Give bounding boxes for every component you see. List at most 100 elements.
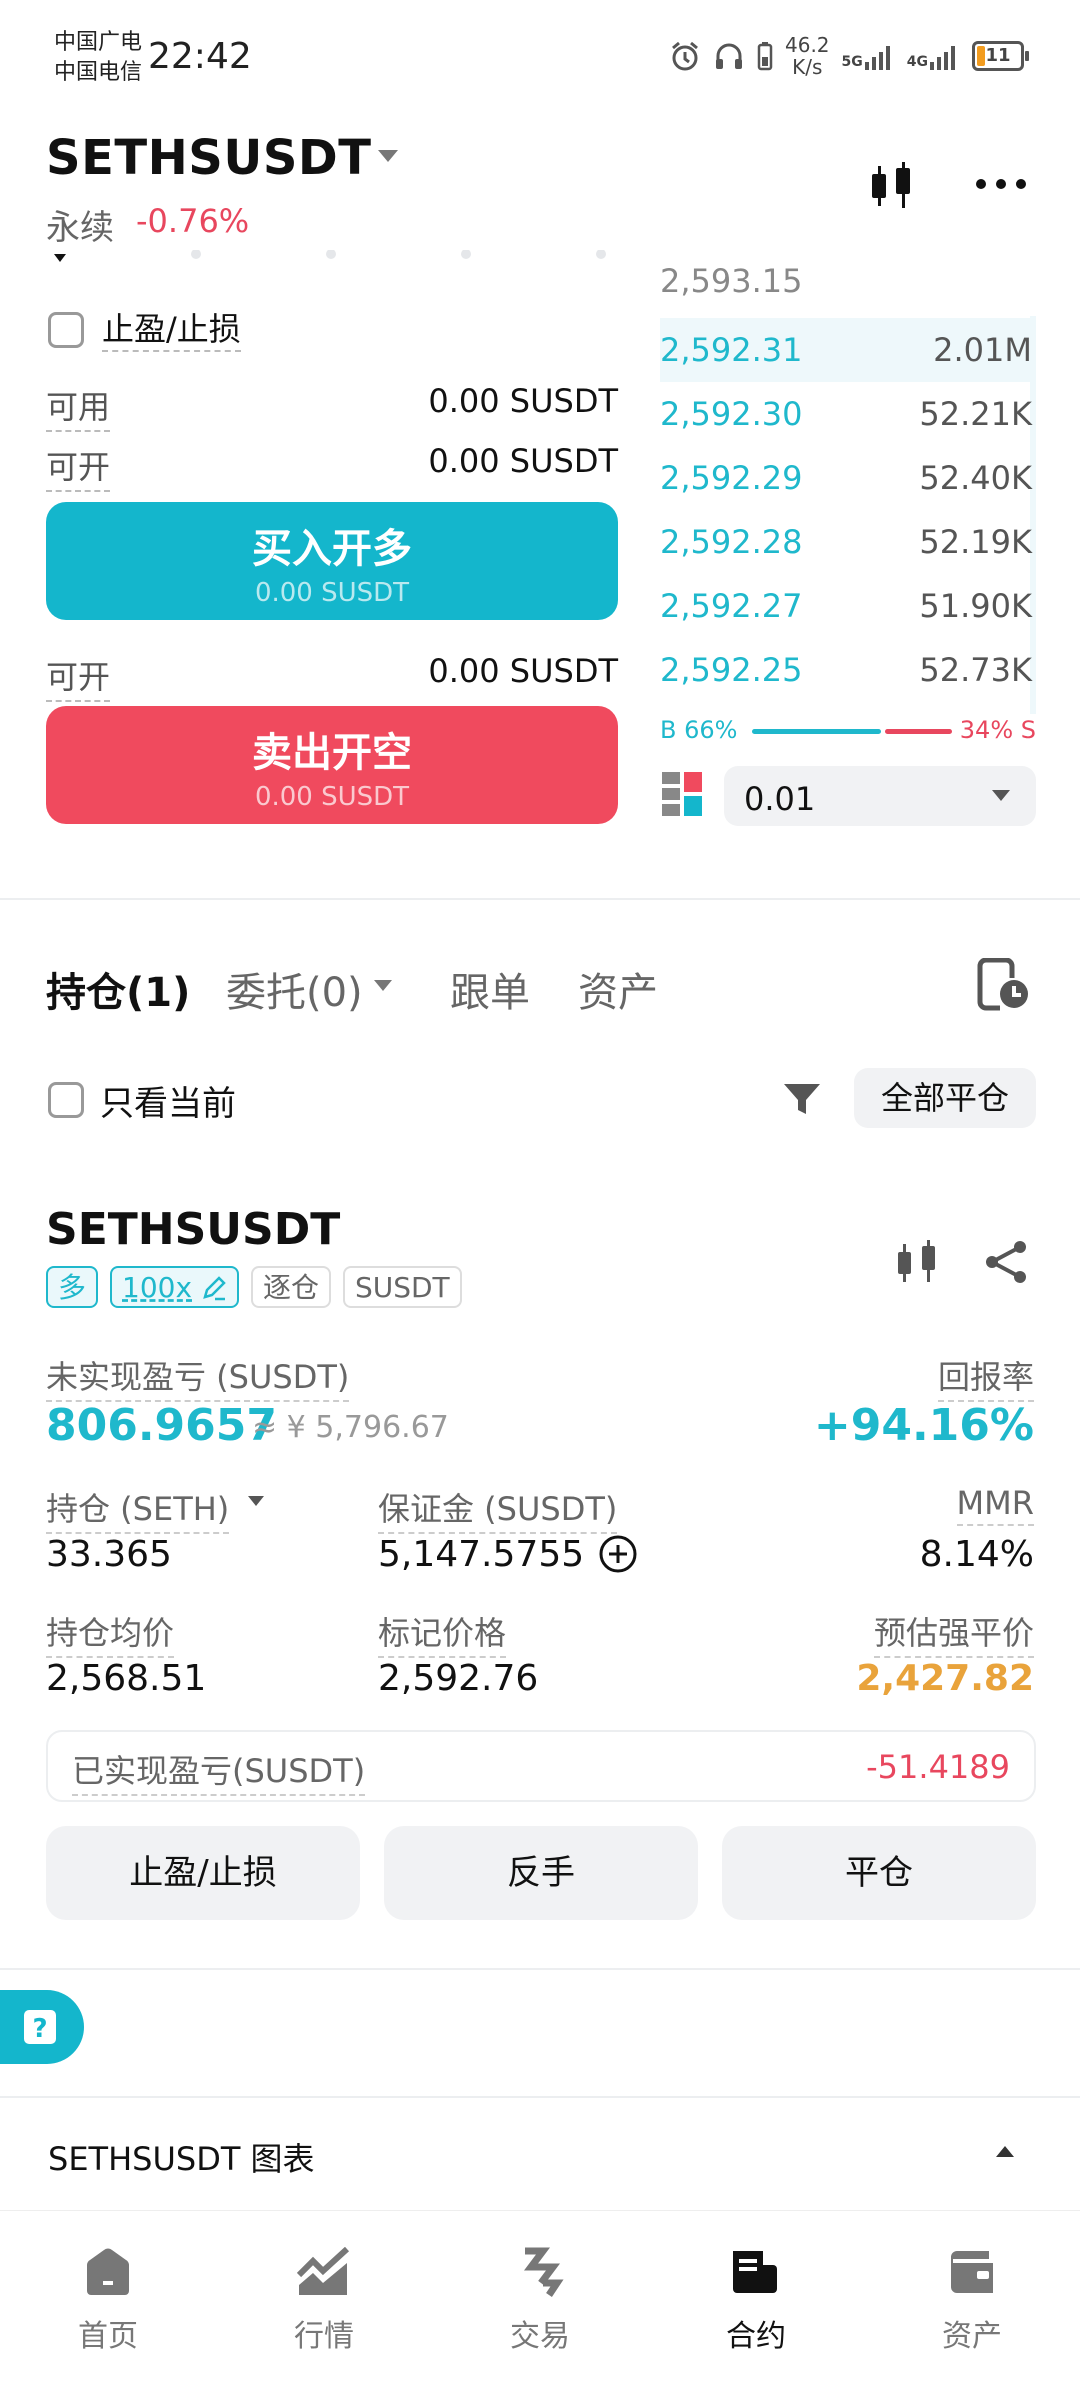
roe-label: 回报率 [937, 1352, 1034, 1402]
tab-orders[interactable]: 委托(0) [226, 960, 363, 1018]
status-clock: 22:42 [148, 36, 252, 77]
unrealized-pnl-value: 806.9657 [46, 1400, 278, 1451]
position-tags: 多 100x 逐仓 SUSDT [46, 1266, 462, 1308]
signal-4g: 4G [907, 42, 960, 70]
size-unit-dropdown-icon[interactable] [248, 1496, 264, 1506]
chart-section-title[interactable]: SETHSUSDT 图表 [48, 2134, 315, 2180]
size-value: 33.365 [46, 1534, 172, 1575]
buy-sell-ratio: B 66% 34% S [660, 716, 1036, 746]
carrier-2: 中国电信 [54, 60, 143, 85]
sell-short-amount: 0.00 SUSDT [254, 782, 410, 812]
carrier-1: 中国广电 [54, 30, 143, 55]
orderbook-size: 52.73K [919, 651, 1032, 689]
mmr-label: MMR [956, 1484, 1034, 1526]
nav-market-label: 行情 [294, 2319, 354, 2354]
section-divider [0, 898, 1080, 900]
signal-icon [864, 46, 890, 70]
net-type-2: 4G [906, 54, 928, 70]
realized-pnl-value: -51.4189 [866, 1748, 1010, 1786]
speed-value: 46.2 [785, 33, 830, 57]
reverse-button[interactable]: 反手 [384, 1826, 698, 1920]
nav-trade[interactable]: 交易 [470, 2247, 610, 2355]
market-trend-icon [297, 2247, 350, 2295]
nav-market[interactable]: 行情 [254, 2247, 394, 2355]
battery-icon: 11 [972, 41, 1029, 71]
orderbook-row[interactable]: 2,592.25 52.73K [660, 638, 1036, 702]
futures-contract-icon [733, 2251, 777, 2293]
nav-trade-label: 交易 [510, 2319, 570, 2354]
orderbook-size: 52.21K [919, 395, 1032, 433]
nav-assets-label: 资产 [942, 2319, 1002, 2354]
slider-track [54, 249, 606, 262]
open-long-label: 可开 [46, 442, 111, 492]
tpsl-checkbox[interactable] [48, 312, 84, 348]
orderbook-size: 2.01M [933, 331, 1032, 369]
buy-ratio: B 66% [660, 716, 738, 744]
available-label: 可用 [46, 382, 111, 432]
orderbook-size: 51.90K [919, 587, 1032, 625]
mmr-value: 8.14% [919, 1534, 1034, 1575]
speed-unit: K/s [792, 55, 823, 79]
sell-ratio-bar [885, 729, 952, 734]
unrealized-pnl-label: 未实现盈亏 (SUSDT) [46, 1352, 350, 1402]
share-icon[interactable] [984, 1240, 1028, 1284]
close-position-button[interactable]: 平仓 [722, 1826, 1036, 1920]
open-short-label: 可开 [46, 652, 111, 702]
orderbook-price: 2,592.25 [660, 651, 803, 689]
close-all-button[interactable]: 全部平仓 [854, 1068, 1036, 1128]
tpsl-button[interactable]: 止盈/止损 [46, 1826, 360, 1920]
nav-assets[interactable]: 资产 [902, 2247, 1042, 2355]
leverage-value: 100x [122, 1271, 193, 1304]
orderbook-row[interactable]: 2,592.29 52.40K [660, 446, 1036, 510]
history-icon[interactable] [976, 958, 1030, 1012]
orderbook-row[interactable]: 2,592.31 2.01M [660, 318, 1036, 382]
only-current-checkbox[interactable] [48, 1082, 84, 1118]
trade-exchange-icon [524, 2247, 564, 2297]
signal-5g: 5G [842, 42, 895, 70]
orders-dropdown-icon[interactable] [374, 980, 392, 991]
size-label[interactable]: 持仓 (SETH) [46, 1484, 230, 1534]
nav-home[interactable]: 首页 [38, 2247, 178, 2355]
only-current-label: 只看当前 [100, 1084, 236, 1124]
net-type-1: 5G [841, 54, 863, 70]
tab-positions[interactable]: 持仓(1) [46, 960, 190, 1018]
battery-small-icon [757, 42, 773, 71]
depth-selector[interactable]: 0.01 [724, 766, 1036, 826]
orderbook-price: 2,592.27 [660, 587, 803, 625]
alarm-icon [672, 41, 698, 71]
orderbook-layout-icon[interactable] [662, 772, 702, 816]
nav-futures[interactable]: 合约 [686, 2247, 826, 2355]
orderbook-price: 2,592.31 [660, 331, 803, 369]
status-icons: 46.2 K/s 5G 4G 11 [669, 34, 1029, 78]
mark-price-label: 标记价格 [378, 1608, 507, 1658]
sell-short-button[interactable]: 卖出开空 0.00 SUSDT [46, 706, 618, 824]
more-icon[interactable] [974, 176, 1028, 192]
candlestick-chart-icon[interactable] [868, 160, 916, 212]
symbol-dropdown-icon[interactable] [378, 150, 398, 162]
help-button[interactable]: ? [0, 1990, 84, 2064]
bottom-nav: 首页 行情 交易 合约 资产 [0, 2210, 1080, 2388]
svg-text:?: ? [32, 2014, 47, 2044]
headphones-icon [716, 43, 742, 69]
orderbook-row[interactable]: 2,592.30 52.21K [660, 382, 1036, 446]
leverage-tag[interactable]: 100x [110, 1266, 239, 1308]
orderbook-row[interactable]: 2,592.28 52.19K [660, 510, 1036, 574]
depth-dropdown-icon [992, 790, 1010, 801]
collapse-chart-icon[interactable] [996, 2146, 1014, 2157]
position-chart-icon[interactable] [896, 1238, 940, 1286]
orderbook-row[interactable]: 2,592.27 51.90K [660, 574, 1036, 638]
symbol-selector[interactable]: SETHSUSDT [46, 130, 371, 186]
entry-price-value: 2,568.51 [46, 1658, 207, 1699]
buy-long-button[interactable]: 买入开多 0.00 SUSDT [46, 502, 618, 620]
network-speed: 46.2 K/s [785, 34, 830, 78]
tab-assets[interactable]: 资产 [578, 960, 658, 1018]
amount-slider[interactable] [46, 249, 616, 266]
home-icon [87, 2248, 129, 2295]
add-margin-icon[interactable] [598, 1534, 638, 1574]
tab-copy-trading[interactable]: 跟单 [450, 960, 530, 1018]
edit-icon [203, 1276, 226, 1301]
filter-icon[interactable] [782, 1080, 822, 1120]
currency-tag: SUSDT [342, 1266, 462, 1308]
available-value: 0.00 SUSDT [428, 382, 618, 420]
position-symbol[interactable]: SETHSUSDT [46, 1204, 340, 1255]
